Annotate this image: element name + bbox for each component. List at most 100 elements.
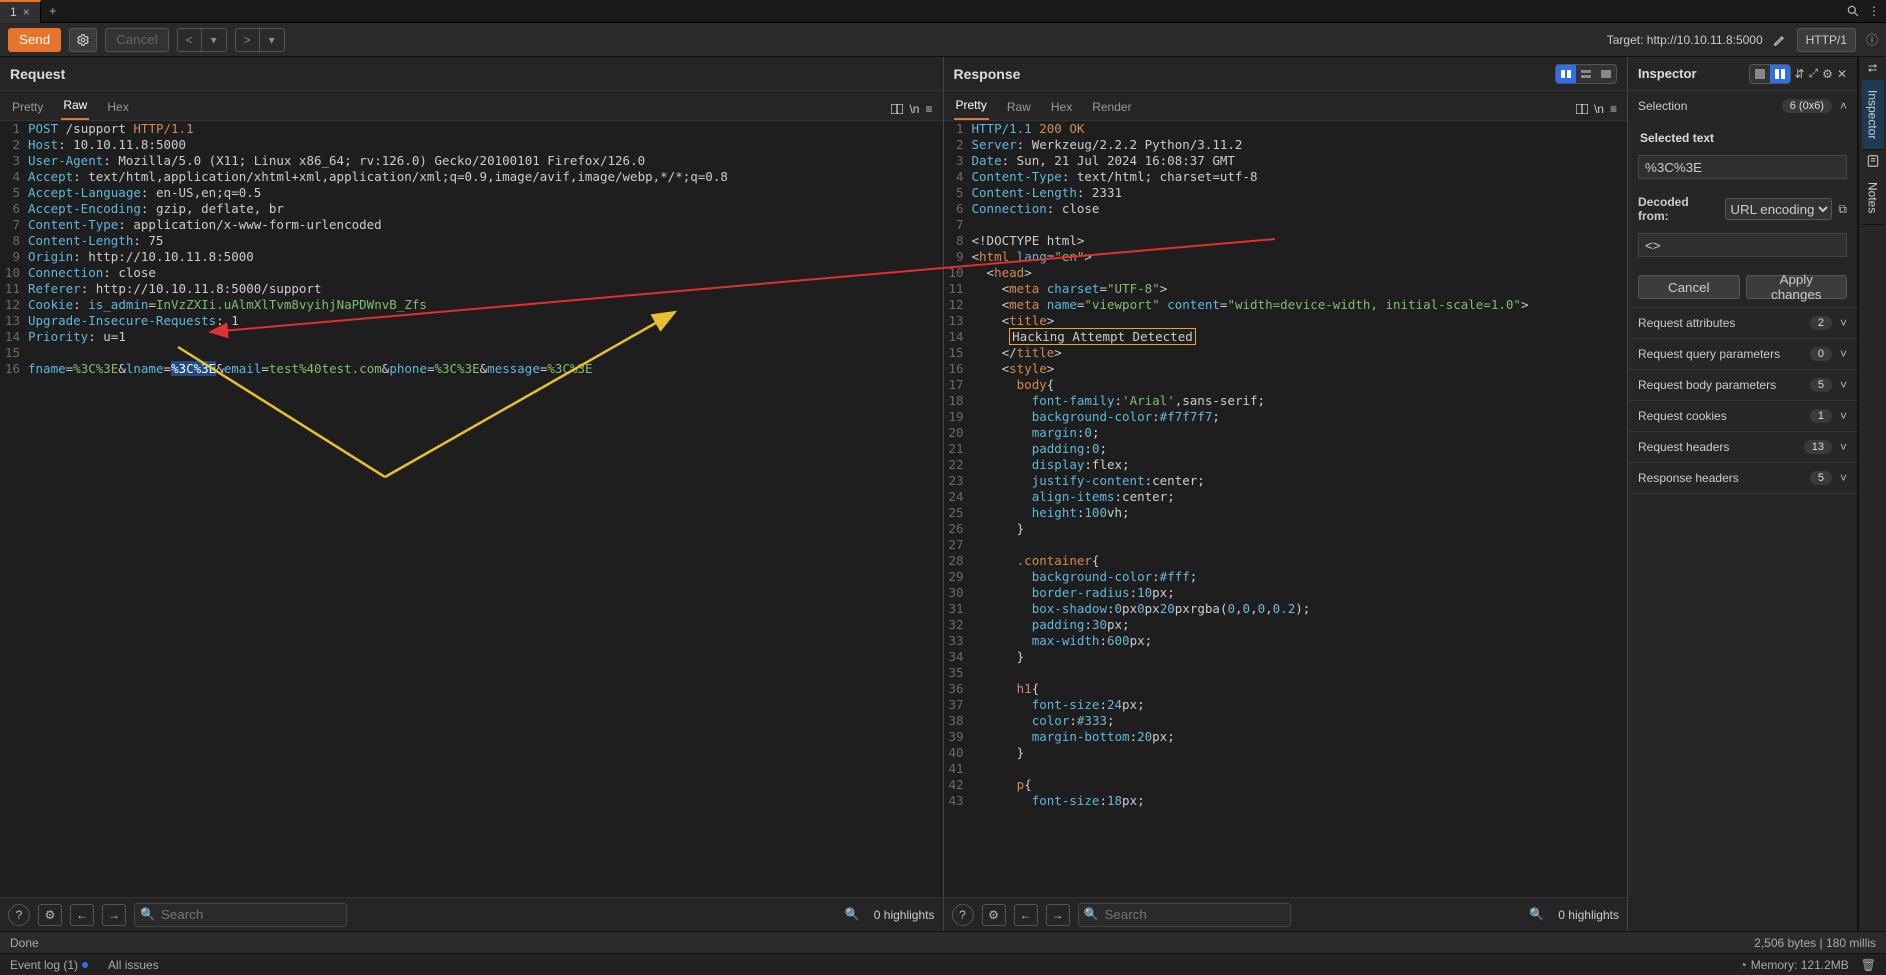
- arrow-left-icon[interactable]: ←: [70, 904, 94, 926]
- editor-line[interactable]: 8<!DOCTYPE html>: [944, 233, 1628, 249]
- editor-line[interactable]: 8Content-Length: 75: [0, 233, 943, 249]
- search-submit-icon[interactable]: 🔍: [845, 907, 860, 921]
- editor-line[interactable]: 21 padding:0;: [944, 441, 1628, 457]
- editor-line[interactable]: 11 <meta charset="UTF-8">: [944, 281, 1628, 297]
- layout-rows-icon[interactable]: [1576, 65, 1596, 83]
- history-prev-dropdown[interactable]: ▾: [202, 29, 226, 51]
- wrap-icon[interactable]: \n: [1594, 102, 1604, 116]
- editor-line[interactable]: 41: [944, 761, 1628, 777]
- editor-line[interactable]: 16fname=%3C%3E&lname=%3C%3E&email=test%4…: [0, 361, 943, 377]
- editor-line[interactable]: 19 background-color:#f7f7f7;: [944, 409, 1628, 425]
- link-icon[interactable]: ⮂: [1868, 61, 1878, 76]
- request-editor[interactable]: 1POST /support HTTP/1.12Host: 10.10.11.8…: [0, 121, 943, 897]
- editor-line[interactable]: 25 height:100vh;: [944, 505, 1628, 521]
- inspector-view-1[interactable]: [1750, 65, 1770, 83]
- editor-line[interactable]: 1HTTP/1.1 200 OK: [944, 121, 1628, 137]
- editor-line[interactable]: 12 <meta name="viewport" content="width=…: [944, 297, 1628, 313]
- editor-line[interactable]: 3Date: Sun, 21 Jul 2024 16:08:37 GMT: [944, 153, 1628, 169]
- arrow-right-icon[interactable]: →: [1046, 904, 1070, 926]
- editor-line[interactable]: 1POST /support HTTP/1.1: [0, 121, 943, 137]
- editor-line[interactable]: 7Content-Type: application/x-www-form-ur…: [0, 217, 943, 233]
- editor-line[interactable]: 23 justify-content:center;: [944, 473, 1628, 489]
- tab-hex[interactable]: Hex: [1049, 94, 1074, 120]
- arrow-right-icon[interactable]: →: [102, 904, 126, 926]
- tab-render[interactable]: Render: [1090, 94, 1133, 120]
- tab-pretty[interactable]: Pretty: [10, 94, 45, 120]
- inspector-section[interactable]: Request attributes2˅: [1628, 308, 1857, 339]
- editor-line[interactable]: 3User-Agent: Mozilla/5.0 (X11; Linux x86…: [0, 153, 943, 169]
- arrow-left-icon[interactable]: ←: [1014, 904, 1038, 926]
- all-issues[interactable]: All issues: [108, 958, 159, 972]
- inspector-view-2[interactable]: [1770, 65, 1790, 83]
- editor-line[interactable]: 14 Hacking Attempt Detected: [944, 329, 1628, 345]
- cancel-button[interactable]: Cancel: [105, 28, 169, 52]
- help-icon[interactable]: ?: [952, 904, 974, 926]
- decoded-value-input[interactable]: [1638, 233, 1847, 257]
- tab-hex[interactable]: Hex: [105, 94, 130, 120]
- editor-line[interactable]: 33 max-width:600px;: [944, 633, 1628, 649]
- editor-line[interactable]: 6Connection: close: [944, 201, 1628, 217]
- rail-notes[interactable]: Notes: [1862, 172, 1884, 224]
- editor-line[interactable]: 13Upgrade-Insecure-Requests: 1: [0, 313, 943, 329]
- editor-line[interactable]: 5Content-Length: 2331: [944, 185, 1628, 201]
- editor-line[interactable]: 29 background-color:#fff;: [944, 569, 1628, 585]
- editor-line[interactable]: 16 <style>: [944, 361, 1628, 377]
- copy-icon[interactable]: ⧉: [1838, 202, 1847, 217]
- selection-header[interactable]: Selection 6 (0x6) ˄: [1628, 91, 1857, 121]
- decoded-encoding-select[interactable]: URL encoding: [1725, 198, 1832, 220]
- notes-icon[interactable]: [1866, 154, 1880, 168]
- editor-line[interactable]: 4Accept: text/html,application/xhtml+xml…: [0, 169, 943, 185]
- editor-line[interactable]: 38 color:#333;: [944, 713, 1628, 729]
- editor-line[interactable]: 11Referer: http://10.10.11.8:5000/suppor…: [0, 281, 943, 297]
- editor-line[interactable]: 2Host: 10.10.11.8:5000: [0, 137, 943, 153]
- layout-toggle-icon[interactable]: [1576, 104, 1588, 114]
- editor-line[interactable]: 26 }: [944, 521, 1628, 537]
- wrap-icon[interactable]: \n: [909, 102, 919, 116]
- layout-single-icon[interactable]: [1596, 65, 1616, 83]
- editor-line[interactable]: 10 <head>: [944, 265, 1628, 281]
- editor-line[interactable]: 18 font-family:'Arial',sans-serif;: [944, 393, 1628, 409]
- editor-line[interactable]: 12Cookie: is_admin=InVzZXIi.uAlmXlTvm8vy…: [0, 297, 943, 313]
- editor-line[interactable]: 37 font-size:24px;: [944, 697, 1628, 713]
- send-button[interactable]: Send: [8, 28, 61, 52]
- rail-inspector[interactable]: Inspector: [1862, 80, 1884, 150]
- editor-line[interactable]: 32 padding:30px;: [944, 617, 1628, 633]
- editor-line[interactable]: 4Content-Type: text/html; charset=utf-8: [944, 169, 1628, 185]
- editor-line[interactable]: 17 body{: [944, 377, 1628, 393]
- editor-line[interactable]: 5Accept-Language: en-US,en;q=0.5: [0, 185, 943, 201]
- editor-line[interactable]: 42 p{: [944, 777, 1628, 793]
- trash-icon[interactable]: 🗑: [1861, 958, 1876, 972]
- close-icon[interactable]: ×: [23, 5, 30, 19]
- editor-line[interactable]: 28 .container{: [944, 553, 1628, 569]
- response-search-input[interactable]: [1078, 903, 1291, 927]
- editor-line[interactable]: 6Accept-Encoding: gzip, deflate, br: [0, 201, 943, 217]
- search-icon[interactable]: [1846, 4, 1860, 18]
- editor-line[interactable]: 22 display:flex;: [944, 457, 1628, 473]
- menu-icon[interactable]: ≡: [1610, 102, 1617, 116]
- gear-icon[interactable]: ⚙: [1822, 67, 1833, 81]
- tab-raw[interactable]: Raw: [61, 92, 89, 120]
- history-next[interactable]: >: [236, 29, 260, 51]
- editor-line[interactable]: 36 h1{: [944, 681, 1628, 697]
- editor-line[interactable]: 2Server: Werkzeug/2.2.2 Python/3.11.2: [944, 137, 1628, 153]
- editor-line[interactable]: 9<html lang="en">: [944, 249, 1628, 265]
- editor-line[interactable]: 20 margin:0;: [944, 425, 1628, 441]
- editor-line[interactable]: 43 font-size:18px;: [944, 793, 1628, 809]
- gear-icon[interactable]: ⚙: [38, 904, 62, 926]
- editor-line[interactable]: 10Connection: close: [0, 265, 943, 281]
- inspector-section[interactable]: Request query parameters0˅: [1628, 339, 1857, 370]
- add-tab-button[interactable]: +: [41, 4, 65, 18]
- response-editor[interactable]: 1HTTP/1.1 200 OK2Server: Werkzeug/2.2.2 …: [944, 121, 1628, 897]
- repeater-tab-1[interactable]: 1 ×: [0, 0, 41, 23]
- tab-raw[interactable]: Raw: [1005, 94, 1033, 120]
- history-prev[interactable]: <: [178, 29, 202, 51]
- editor-line[interactable]: 40 }: [944, 745, 1628, 761]
- editor-line[interactable]: 15: [0, 345, 943, 361]
- inspector-section[interactable]: Response headers5˅: [1628, 463, 1857, 494]
- editor-line[interactable]: 39 margin-bottom:20px;: [944, 729, 1628, 745]
- editor-line[interactable]: 24 align-items:center;: [944, 489, 1628, 505]
- menu-icon[interactable]: ≡: [925, 102, 932, 116]
- editor-line[interactable]: 34 }: [944, 649, 1628, 665]
- history-next-dropdown[interactable]: ▾: [260, 29, 284, 51]
- http-protocol-button[interactable]: HTTP/1: [1797, 28, 1856, 52]
